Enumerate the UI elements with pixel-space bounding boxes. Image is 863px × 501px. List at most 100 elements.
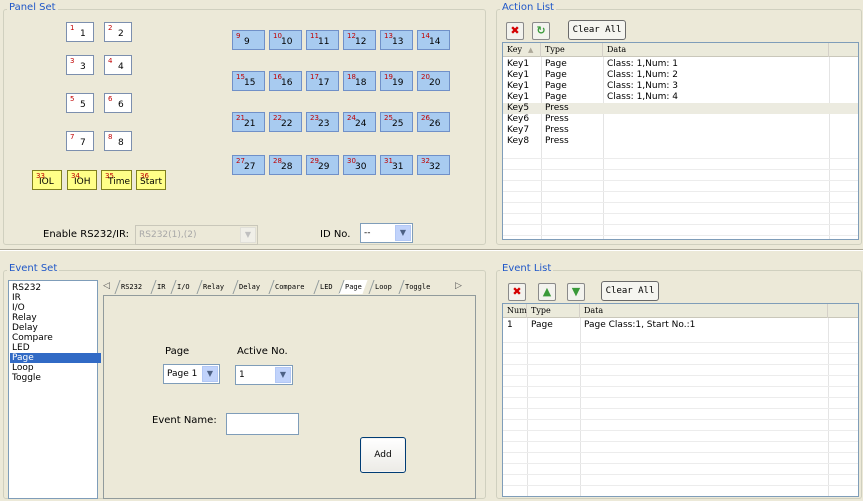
panel-key-24[interactable]: 24 24 — [343, 112, 376, 132]
list-item[interactable]: LED — [10, 343, 101, 353]
chevron-down-icon[interactable]: ▼ — [395, 225, 411, 241]
panel-key-29[interactable]: 29 29 — [306, 155, 339, 175]
panel-key-7[interactable]: 77 — [66, 131, 94, 151]
panel-key-17[interactable]: 17 17 — [306, 71, 339, 91]
chevron-down-icon: ▼ — [240, 227, 256, 243]
panel-key-20[interactable]: 20 20 — [417, 71, 450, 91]
panel-key-21[interactable]: 21 21 — [232, 112, 265, 132]
table-row[interactable]: Key8 Press — [503, 136, 858, 147]
panel-key-26[interactable]: 26 26 — [417, 112, 450, 132]
refresh-action-button[interactable]: ↻ — [532, 22, 550, 40]
event-list-table[interactable]: Num Type Data 1 Page Page Class:1, Start… — [502, 303, 859, 497]
column-num[interactable]: Num — [503, 304, 527, 318]
panel-key-18[interactable]: 18 18 — [343, 71, 376, 91]
panel-key-14[interactable]: 14 14 — [417, 30, 450, 50]
table-row[interactable]: Key1 Page Class: 1,Num: 3 — [503, 81, 858, 92]
panel-key-3[interactable]: 33 — [66, 55, 94, 75]
tab-ir[interactable]: IR — [150, 280, 171, 294]
column-type[interactable]: Type — [527, 304, 580, 318]
list-item[interactable]: Delay — [10, 323, 101, 333]
panel-key-6[interactable]: 66 — [104, 93, 132, 113]
move-event-up-button[interactable]: ▲ — [538, 283, 556, 301]
event-name-input[interactable] — [226, 413, 299, 435]
table-row[interactable]: Key7 Press — [503, 125, 858, 136]
active-no-label: Active No. — [237, 346, 288, 357]
list-item[interactable]: Relay — [10, 313, 101, 323]
table-row[interactable]: Key1 Page Class: 1,Num: 4 — [503, 92, 858, 103]
panel-key-22[interactable]: 22 22 — [269, 112, 302, 132]
table-row[interactable]: Key1 Page Class: 1,Num: 1 — [503, 59, 858, 70]
panel-key-time[interactable]: 35 Time — [101, 170, 132, 190]
list-item[interactable]: Loop — [10, 363, 101, 373]
tab-scroll-left-icon[interactable]: ◁ — [103, 281, 110, 291]
active-no-select[interactable]: 1 ▼ — [235, 365, 293, 385]
page-select[interactable]: Page 1 ▼ — [163, 364, 220, 384]
tab-relay[interactable]: Relay — [196, 280, 230, 294]
tab-rs232[interactable]: RS232 — [114, 280, 148, 294]
panel-key-12[interactable]: 12 12 — [343, 30, 376, 50]
tab-scroll-right-icon[interactable]: ▷ — [455, 281, 462, 291]
table-row[interactable]: 1 Page Page Class:1, Start No.:1 — [503, 320, 858, 331]
chevron-down-icon[interactable]: ▼ — [202, 366, 218, 382]
action-list-table[interactable]: Key ▲ Type Data Key1 Page Class: 1,Num: … — [502, 42, 859, 240]
panel-key-11[interactable]: 11 11 — [306, 30, 339, 50]
horizontal-divider[interactable] — [0, 249, 863, 251]
table-row-selected[interactable]: Key5 Press — [503, 103, 858, 114]
panel-key-31[interactable]: 31 31 — [380, 155, 413, 175]
tab-loop[interactable]: Loop — [368, 280, 398, 294]
delete-event-button[interactable]: ✖ — [508, 283, 526, 301]
panel-key-23[interactable]: 23 23 — [306, 112, 339, 132]
panel-key-start[interactable]: 36 Start — [136, 170, 166, 190]
event-type-list[interactable]: RS232 IR I/O Relay Delay Compare LED Pag… — [8, 280, 101, 499]
list-item-selected[interactable]: Page — [10, 353, 101, 363]
event-clear-all-button[interactable]: Clear All — [601, 281, 659, 301]
tab-toggle[interactable]: Toggle — [398, 280, 436, 294]
list-item[interactable]: I/O — [10, 303, 101, 313]
list-item[interactable]: Toggle — [10, 373, 101, 383]
panel-key-28[interactable]: 28 28 — [269, 155, 302, 175]
panel-key-19[interactable]: 19 19 — [380, 71, 413, 91]
list-item[interactable]: IR — [10, 293, 101, 303]
column-data[interactable]: Data — [603, 43, 829, 57]
panel-key-10[interactable]: 10 10 — [269, 30, 302, 50]
id-no-value: -- — [364, 228, 371, 238]
move-event-down-button[interactable]: ▼ — [567, 283, 585, 301]
panel-key-iol[interactable]: 33 IOL — [32, 170, 62, 190]
panel-key-30[interactable]: 30 30 — [343, 155, 376, 175]
panel-key-9[interactable]: 99 — [232, 30, 265, 50]
tab-page[interactable]: Page — [338, 280, 368, 294]
action-clear-all-button[interactable]: Clear All — [568, 20, 626, 40]
column-type[interactable]: Type — [541, 43, 603, 57]
tab-io[interactable]: I/O — [170, 280, 196, 294]
panel-key-1[interactable]: 11 — [66, 22, 94, 42]
tab-delay[interactable]: Delay — [232, 280, 266, 294]
key-label: 27 — [244, 162, 256, 172]
key-label: 13 — [392, 37, 404, 47]
table-row[interactable]: Key6 Press — [503, 114, 858, 125]
key-label: 25 — [392, 119, 404, 129]
list-item[interactable]: RS232 — [10, 283, 101, 293]
panel-key-5[interactable]: 55 — [66, 93, 94, 113]
panel-key-15[interactable]: 15 15 — [232, 71, 265, 91]
panel-key-ioh[interactable]: 34 IOH — [67, 170, 97, 190]
panel-key-16[interactable]: 16 16 — [269, 71, 302, 91]
tab-led[interactable]: LED — [313, 280, 339, 294]
panel-key-8[interactable]: 88 — [104, 131, 132, 151]
tab-compare[interactable]: Compare — [268, 280, 311, 294]
list-item[interactable]: Compare — [10, 333, 101, 343]
panel-key-4[interactable]: 44 — [104, 55, 132, 75]
delete-action-button[interactable]: ✖ — [506, 22, 524, 40]
panel-key-13[interactable]: 13 13 — [380, 30, 413, 50]
add-event-button[interactable]: Add — [360, 437, 406, 473]
panel-key-32[interactable]: 32 32 — [417, 155, 450, 175]
panel-key-27[interactable]: 27 27 — [232, 155, 265, 175]
table-row[interactable]: Key1 Page Class: 1,Num: 2 — [503, 70, 858, 81]
panel-key-2[interactable]: 22 — [104, 22, 132, 42]
key-label: 32 — [429, 162, 441, 172]
id-no-select[interactable]: -- ▼ — [360, 223, 413, 243]
column-data[interactable]: Data — [580, 304, 828, 318]
chevron-down-icon[interactable]: ▼ — [275, 367, 291, 383]
key-number: 6 — [108, 95, 113, 103]
row-data: Class: 1,Num: 1 — [607, 59, 678, 69]
panel-key-25[interactable]: 25 25 — [380, 112, 413, 132]
